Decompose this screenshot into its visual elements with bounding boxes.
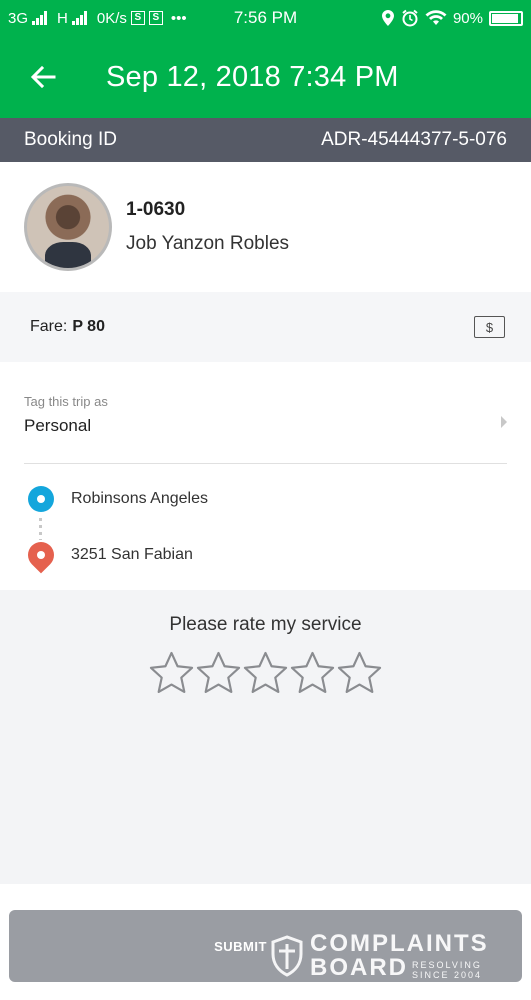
- battery-icon: [489, 10, 523, 26]
- rating-section: Please rate my service: [0, 590, 531, 884]
- watermark-line-1: COMPLAINTS: [310, 930, 489, 957]
- watermark-tagline-2: SINCE 2004: [412, 969, 483, 980]
- dropoff-location: 3251 San Fabian: [71, 546, 193, 563]
- cash-icon: $: [474, 316, 505, 338]
- watermark-line-2: BOARD: [310, 954, 408, 981]
- signal-icon: [32, 11, 48, 25]
- wifi-icon: [425, 10, 447, 25]
- shield-icon: [271, 935, 303, 977]
- pickup-location: Robinsons Angeles: [71, 490, 208, 507]
- star-icon[interactable]: [195, 650, 242, 697]
- submit-label: SUBMIT: [214, 938, 267, 954]
- alarm-icon: [402, 9, 418, 27]
- rating-prompt: Please rate my service: [169, 614, 362, 635]
- pickup-icon: [28, 486, 54, 512]
- network-speed: 0K/s: [96, 9, 127, 27]
- trip-tag-selector[interactable]: Tag this trip as Personal: [0, 362, 531, 464]
- arrow-left-icon: [30, 65, 56, 89]
- route-connector: [39, 518, 42, 540]
- star-icon[interactable]: [242, 650, 289, 697]
- notification-icon-2: S: [148, 11, 163, 25]
- star-icon[interactable]: [148, 650, 195, 697]
- booking-id-label: Booking ID: [24, 129, 117, 150]
- star-rating: [0, 650, 531, 697]
- star-icon[interactable]: [336, 650, 383, 697]
- star-icon[interactable]: [289, 650, 336, 697]
- booking-id-value: ADR-45444377-5-076: [321, 129, 507, 150]
- route-section: Robinsons Angeles 3251 San Fabian: [0, 464, 531, 590]
- driver-avatar: [24, 183, 112, 271]
- booking-id-bar: Booking ID ADR-45444377-5-076: [0, 118, 531, 162]
- fare-amount: P 80: [72, 318, 105, 335]
- trip-tag-value: Personal: [24, 416, 92, 435]
- page-title: Sep 12, 2018 7:34 PM: [106, 60, 399, 93]
- fare-row: Fare: P 80 $: [0, 292, 531, 362]
- network-type-label: 3G: [8, 9, 29, 27]
- location-icon: [381, 10, 394, 26]
- back-button[interactable]: [22, 56, 64, 98]
- watermark-logo: COMPLAINTS BOARD RESOLVING SINCE 2004: [270, 932, 489, 980]
- fare-label: Fare:: [30, 318, 68, 335]
- notification-icon: S: [130, 11, 145, 25]
- battery-percent: 90%: [452, 9, 483, 27]
- trip-tag-label: Tag this trip as: [24, 394, 108, 409]
- vehicle-plate: 1-0630: [126, 199, 186, 220]
- status-bar: 3G H 0K/s S S ••• 7:56 PM 90%: [0, 0, 531, 36]
- signal-icon-2: [71, 11, 87, 25]
- driver-name: Job Yanzon Robles: [126, 233, 290, 254]
- dropoff-pin-icon: [22, 536, 60, 574]
- driver-card: 1-0630 Job Yanzon Robles: [0, 162, 531, 292]
- more-notifications-icon: •••: [170, 9, 187, 27]
- network-type-label-2: H: [57, 9, 68, 27]
- app-bar: Sep 12, 2018 7:34 PM: [0, 36, 531, 118]
- chevron-right-icon: [501, 416, 507, 428]
